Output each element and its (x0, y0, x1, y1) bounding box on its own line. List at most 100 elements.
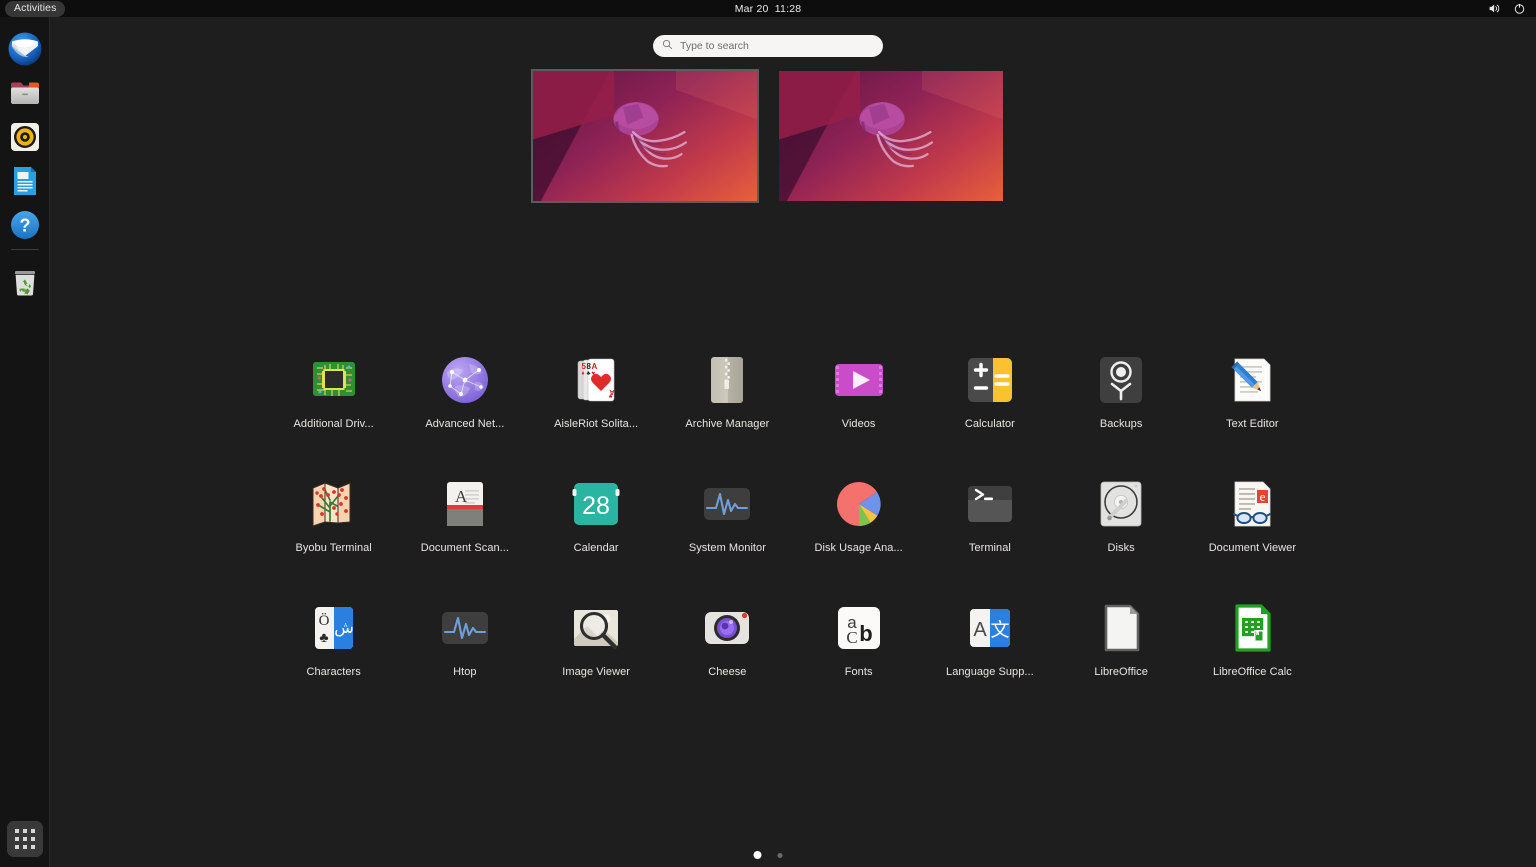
page-dot-2[interactable] (778, 853, 783, 858)
document-scanner-icon: A (437, 476, 493, 532)
clock[interactable]: Mar 20 11:28 (735, 3, 802, 15)
aisleriot-solitaire-icon: 5 ♦ 8 ♣ A ♥ ♥ A (568, 352, 624, 408)
app-item-language-support[interactable]: A 文 Language Supp... (924, 600, 1055, 679)
archive-manager-icon (699, 352, 755, 408)
text-editor-icon (1224, 352, 1280, 408)
app-item-cheese[interactable]: Cheese (662, 600, 793, 679)
wallpaper-jellyfish (591, 97, 707, 178)
app-item-libreoffice-calc[interactable]: LibreOffice Calc (1187, 600, 1318, 679)
app-label: LibreOffice (1094, 666, 1148, 679)
svg-text:文: 文 (990, 619, 1009, 641)
app-item-system-monitor[interactable]: System Monitor (662, 476, 793, 555)
app-grid-icon (15, 829, 35, 849)
app-label: Text Editor (1226, 418, 1279, 431)
search-input[interactable]: Type to search (653, 35, 883, 57)
app-label: Document Scan... (421, 542, 509, 555)
disks-icon (1093, 476, 1149, 532)
app-label: Fonts (845, 666, 873, 679)
app-label: Characters (306, 666, 360, 679)
volume-icon[interactable] (1488, 2, 1501, 15)
videos-icon (831, 352, 887, 408)
app-item-aisleriot-solitaire[interactable]: 5 ♦ 8 ♣ A ♥ ♥ A AisleRiot Solita... (531, 352, 662, 431)
svg-text:e: e (1260, 489, 1266, 504)
svg-text:b: b (859, 621, 872, 646)
dock-item-thunderbird[interactable] (7, 31, 43, 67)
app-item-disks[interactable]: Disks (1056, 476, 1187, 555)
app-label: Advanced Net... (425, 418, 504, 431)
app-item-calendar[interactable]: 28 Calendar (531, 476, 662, 555)
svg-text:♦: ♦ (582, 371, 585, 377)
dock-item-rhythmbox[interactable] (7, 119, 43, 155)
workspace-thumbnail-1[interactable] (533, 71, 757, 201)
app-label: Byobu Terminal (295, 542, 371, 555)
dock-item-trash[interactable] (7, 264, 43, 300)
app-item-htop[interactable]: Htop (399, 600, 530, 679)
dock-item-files[interactable] (7, 75, 43, 111)
dock: ? (0, 17, 50, 867)
app-item-libreoffice[interactable]: LibreOffice (1056, 600, 1187, 679)
svg-text:A: A (973, 619, 987, 641)
workspace-thumbnail-2[interactable] (779, 71, 1003, 201)
app-item-image-viewer[interactable]: Image Viewer (531, 600, 662, 679)
image-viewer-icon (568, 600, 624, 656)
app-label: Disks (1108, 542, 1135, 555)
fonts-icon: a C b (831, 600, 887, 656)
app-label: Videos (842, 418, 876, 431)
search-placeholder: Type to search (680, 40, 749, 52)
app-label: Calendar (574, 542, 619, 555)
svg-text:?: ? (20, 216, 31, 236)
disk-usage-analyzer-icon (831, 476, 887, 532)
system-tray (1488, 2, 1526, 15)
svg-text:A: A (592, 362, 598, 371)
svg-text:C: C (846, 628, 857, 647)
activities-button[interactable]: Activities (5, 1, 65, 17)
app-item-archive-manager[interactable]: Archive Manager (662, 352, 793, 431)
app-item-backups[interactable]: Backups (1056, 352, 1187, 431)
libreoffice-icon (1093, 600, 1149, 656)
application-grid: Additional Driv... (268, 352, 1318, 679)
backups-icon (1093, 352, 1149, 408)
app-item-terminal[interactable]: Terminal (924, 476, 1055, 555)
app-item-byobu-terminal[interactable]: Byobu Terminal (268, 476, 399, 555)
calendar-icon: 28 (568, 476, 624, 532)
svg-text:Ö: Ö (318, 612, 329, 629)
app-item-document-viewer[interactable]: e Document Viewer (1187, 476, 1318, 555)
system-monitor-icon (699, 476, 755, 532)
language-support-icon: A 文 (962, 600, 1018, 656)
advanced-network-configuration-icon (437, 352, 493, 408)
app-item-advanced-network[interactable]: Advanced Net... (399, 352, 530, 431)
dock-item-help[interactable]: ? (7, 207, 43, 243)
app-item-additional-drivers[interactable]: Additional Driv... (268, 352, 399, 431)
app-label: System Monitor (689, 542, 766, 555)
svg-text:♣: ♣ (587, 371, 591, 377)
byobu-terminal-icon (306, 476, 362, 532)
additional-drivers-icon (306, 352, 362, 408)
app-label: Language Supp... (946, 666, 1034, 679)
app-item-videos[interactable]: Videos (793, 352, 924, 431)
dock-separator (11, 249, 39, 250)
app-item-text-editor[interactable]: Text Editor (1187, 352, 1318, 431)
app-label: Additional Driv... (294, 418, 374, 431)
app-item-document-scanner[interactable]: A Document Scan... (399, 476, 530, 555)
svg-text:A: A (610, 388, 615, 395)
page-dot-1[interactable] (754, 851, 762, 859)
app-item-characters[interactable]: Ö ♣ ش Characters (268, 600, 399, 679)
workspace-thumbnails (533, 71, 1003, 201)
app-item-fonts[interactable]: a C b Fonts (793, 600, 924, 679)
show-applications-button[interactable] (7, 821, 43, 857)
dock-item-libreoffice-writer[interactable] (7, 163, 43, 199)
terminal-icon (962, 476, 1018, 532)
calendar-day-number: 28 (582, 492, 610, 520)
app-item-disk-usage-analyzer[interactable]: Disk Usage Ana... (793, 476, 924, 555)
libreoffice-calc-icon (1224, 600, 1280, 656)
svg-text:♣: ♣ (319, 629, 328, 645)
top-bar: Activities Mar 20 11:28 (0, 0, 1536, 17)
app-item-calculator[interactable]: Calculator (924, 352, 1055, 431)
app-label: Image Viewer (562, 666, 630, 679)
htop-icon (437, 600, 493, 656)
page-indicator (754, 851, 783, 859)
power-icon[interactable] (1513, 2, 1526, 15)
app-label: Terminal (969, 542, 1011, 555)
app-label: Calculator (965, 418, 1015, 431)
search-bar: Type to search (653, 35, 883, 57)
